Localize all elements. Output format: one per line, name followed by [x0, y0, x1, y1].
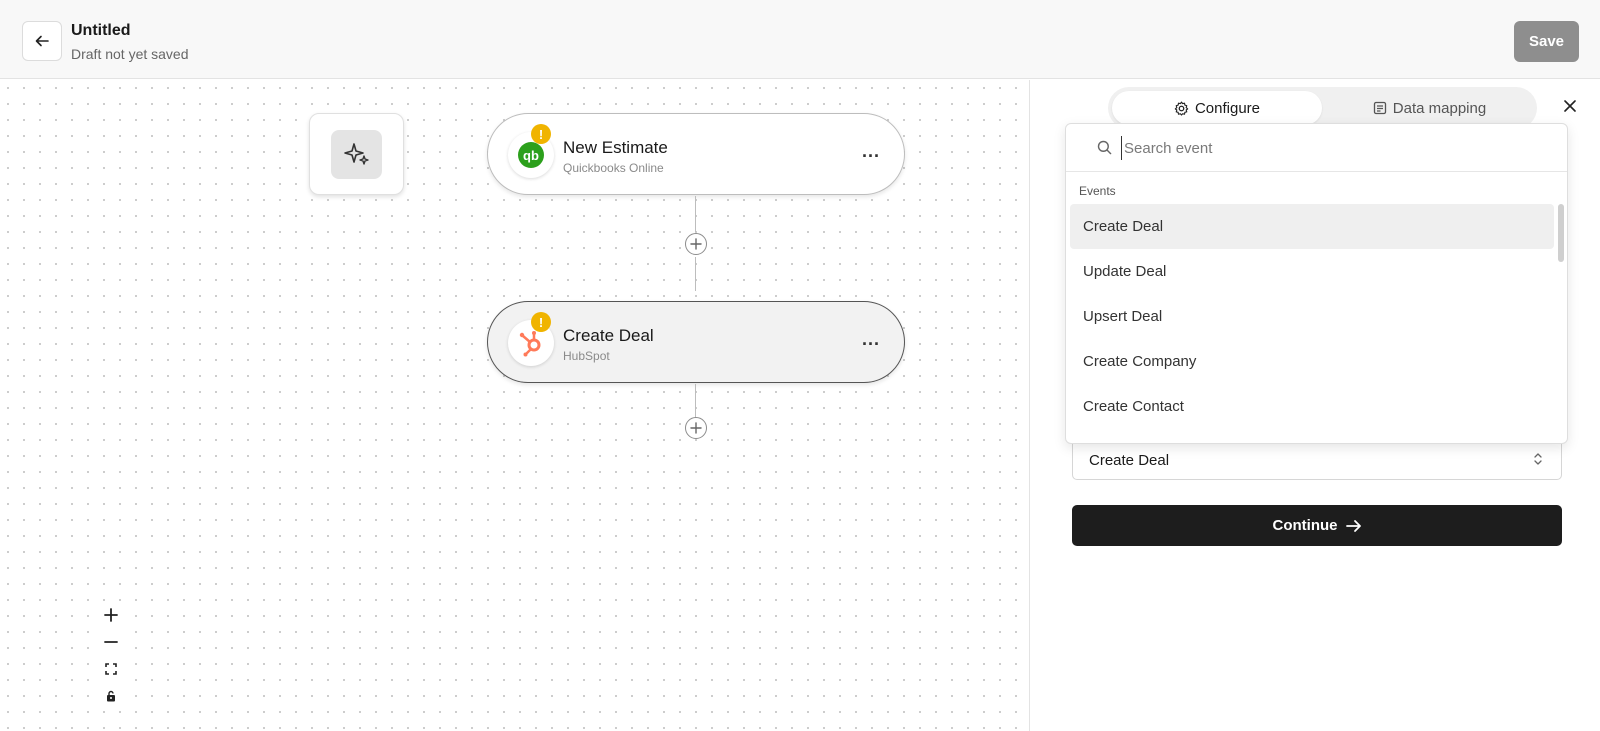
- more-options-button[interactable]: ...: [862, 141, 880, 162]
- workflow-title[interactable]: Untitled: [71, 21, 189, 41]
- warning-badge: !: [531, 312, 551, 332]
- event-select[interactable]: Create Deal: [1072, 439, 1562, 480]
- event-list: Create Deal Update Deal Upsert Deal Crea…: [1070, 204, 1554, 429]
- zoom-out-button[interactable]: [97, 628, 124, 655]
- node-app-name: HubSpot: [563, 349, 610, 363]
- svg-text:qb: qb: [523, 148, 539, 163]
- node-app-name: Quickbooks Online: [563, 161, 664, 175]
- lock-button[interactable]: [97, 682, 124, 709]
- workflow-node-action[interactable]: ! Create Deal HubSpot ...: [487, 301, 905, 383]
- fit-view-button[interactable]: [97, 655, 124, 682]
- event-option-update-deal[interactable]: Update Deal: [1070, 249, 1554, 294]
- fit-view-icon: [104, 662, 117, 675]
- zoom-out-icon: [103, 640, 118, 643]
- close-icon: [1564, 100, 1576, 112]
- lock-icon: [106, 690, 115, 701]
- connector-line: [695, 257, 696, 291]
- arrow-right-icon: [1345, 519, 1361, 532]
- search-input[interactable]: [1121, 136, 1541, 160]
- sparkles-icon: [343, 143, 369, 165]
- zoom-in-icon: [103, 607, 118, 622]
- close-panel-button[interactable]: [1561, 97, 1579, 115]
- tab-label: Data mapping: [1392, 99, 1487, 117]
- workflow-node-trigger[interactable]: qb ! New Estimate Quickbooks Online ...: [487, 113, 905, 195]
- configuration-panel: Configure Data mapping Create Deal Event…: [1029, 80, 1600, 731]
- document-icon: [1373, 101, 1386, 115]
- ai-assistant-button[interactable]: [309, 113, 404, 195]
- arrow-left-icon: [35, 35, 49, 47]
- continue-button[interactable]: Continue: [1072, 505, 1562, 546]
- ai-icon-container: [331, 129, 382, 179]
- zoom-controls: [97, 601, 125, 709]
- add-step-button[interactable]: [685, 417, 707, 439]
- event-option-create-deal[interactable]: Create Deal: [1070, 204, 1554, 249]
- top-bar: Untitled Draft not yet saved Save: [0, 0, 1600, 79]
- node-title: Create Deal: [563, 326, 654, 345]
- event-option-upsert-deal[interactable]: Upsert Deal: [1070, 294, 1554, 339]
- node-title: New Estimate: [563, 138, 668, 157]
- more-options-button[interactable]: ...: [862, 329, 880, 350]
- event-dropdown: Events Create Deal Update Deal Upsert De…: [1065, 123, 1568, 444]
- tab-data-mapping[interactable]: Data mapping: [1326, 91, 1533, 125]
- search-icon: [1097, 140, 1112, 155]
- selected-event: Create Deal: [1089, 452, 1170, 469]
- tab-label: Configure: [1194, 99, 1261, 117]
- continue-label: Continue: [1272, 517, 1338, 534]
- scrollbar[interactable]: [1558, 204, 1564, 262]
- connector-line: [695, 196, 696, 232]
- plus-icon: [690, 422, 702, 434]
- back-button[interactable]: [22, 21, 62, 61]
- search-row: [1066, 124, 1567, 172]
- chevron-updown-icon: [1534, 453, 1542, 465]
- save-status: Draft not yet saved: [71, 46, 189, 62]
- save-button[interactable]: Save: [1514, 21, 1579, 62]
- warning-badge: !: [531, 124, 551, 144]
- zoom-in-button[interactable]: [97, 601, 124, 628]
- event-option-create-company[interactable]: Create Company: [1070, 339, 1554, 384]
- connector-line: [695, 384, 696, 418]
- plus-icon: [690, 238, 702, 250]
- title-block: Untitled Draft not yet saved: [71, 21, 189, 64]
- add-step-button[interactable]: [685, 233, 707, 255]
- tab-configure[interactable]: Configure: [1112, 91, 1322, 125]
- workflow-canvas[interactable]: qb ! New Estimate Quickbooks Online ... …: [0, 80, 1029, 731]
- events-group-label: Events: [1079, 184, 1116, 198]
- gear-icon: [1174, 101, 1189, 116]
- event-option-create-contact[interactable]: Create Contact: [1070, 384, 1554, 429]
